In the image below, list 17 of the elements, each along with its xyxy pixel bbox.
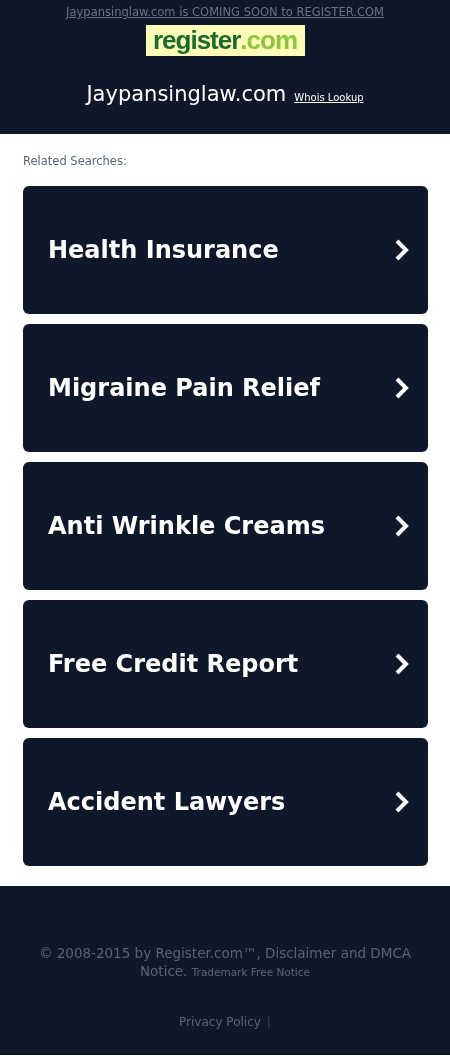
search-link-card[interactable]: Free Credit Report xyxy=(23,600,428,728)
domain-title: Jaypansinglaw.com xyxy=(86,82,287,106)
coming-soon-link[interactable]: Jaypansinglaw.com is COMING SOON to REGISTER.COM xyxy=(66,5,384,19)
whois-link[interactable]: Whois Lookup xyxy=(294,92,364,103)
search-link-card[interactable]: Anti Wrinkle Creams xyxy=(23,462,428,590)
chevron-right-icon xyxy=(394,514,410,538)
register-logo: register.com xyxy=(145,25,305,56)
copyright-text: © 2008-2015 by Register.com™, Disclaimer and DMCA Notice. Trademark Free Notice xyxy=(37,944,413,981)
search-link-card[interactable]: Accident Lawyers xyxy=(23,738,428,866)
related-searches-label: Related Searches: xyxy=(23,154,128,168)
chevron-right-icon xyxy=(394,790,410,814)
chevron-right-icon xyxy=(394,238,410,262)
chevron-right-icon xyxy=(394,376,410,400)
search-link-card[interactable]: Health Insurance xyxy=(23,186,428,314)
chevron-right-icon xyxy=(394,652,410,676)
separator: | xyxy=(266,1015,271,1029)
search-link-card[interactable]: Migraine Pain Relief xyxy=(23,324,428,452)
